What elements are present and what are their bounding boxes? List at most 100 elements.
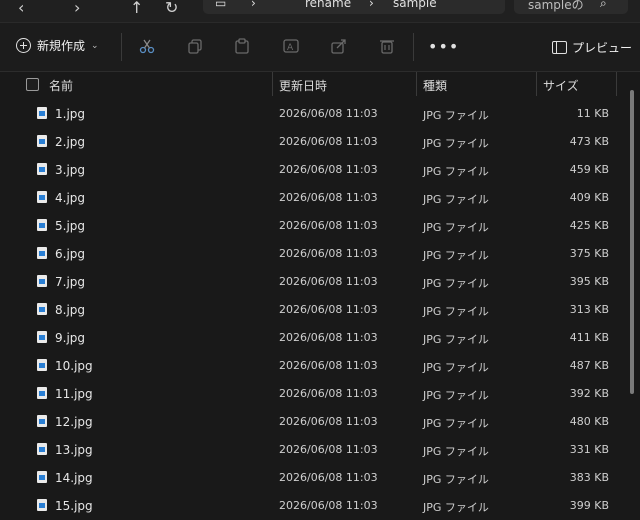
- column-divider[interactable]: [272, 72, 273, 96]
- file-size: 313 KB: [569, 303, 609, 316]
- file-row[interactable]: 4.jpg 2026/06/08 11:03 JPG ファイル 409 KB: [0, 184, 630, 212]
- column-size[interactable]: サイズ: [543, 77, 579, 94]
- copy-icon[interactable]: [186, 37, 204, 55]
- file-type: JPG ファイル: [423, 361, 489, 374]
- cut-icon[interactable]: [138, 37, 156, 55]
- share-icon[interactable]: [330, 37, 348, 55]
- file-type: JPG ファイル: [423, 333, 489, 346]
- file-row[interactable]: 5.jpg 2026/06/08 11:03 JPG ファイル 425 KB: [0, 212, 630, 240]
- column-divider[interactable]: [416, 72, 417, 96]
- file-name: 13.jpg: [55, 443, 93, 457]
- file-date: 2026/06/08 11:03: [279, 471, 378, 484]
- preview-button[interactable]: プレビュー: [552, 39, 632, 56]
- breadcrumb[interactable]: ▭ › rename › sample: [203, 0, 505, 14]
- file-row[interactable]: 8.jpg 2026/06/08 11:03 JPG ファイル 313 KB: [0, 296, 630, 324]
- file-row[interactable]: 10.jpg 2026/06/08 11:03 JPG ファイル 487 KB: [0, 352, 630, 380]
- chevron-right-icon: ›: [369, 0, 374, 10]
- up-icon[interactable]: ↑: [130, 0, 143, 17]
- image-file-icon: [37, 247, 47, 259]
- divider: [121, 33, 122, 61]
- image-file-icon: [37, 163, 47, 175]
- select-all-checkbox[interactable]: [26, 78, 39, 91]
- address-bar: ‹ › ↑ ↻ ▭ › rename › sample sampleの ⌕: [0, 0, 640, 23]
- file-size: 425 KB: [569, 219, 609, 232]
- file-type: JPG ファイル: [423, 165, 489, 178]
- column-date[interactable]: 更新日時: [279, 77, 327, 94]
- search-input[interactable]: sampleの ⌕: [514, 0, 628, 14]
- rename-icon[interactable]: A: [282, 37, 300, 55]
- file-row[interactable]: 3.jpg 2026/06/08 11:03 JPG ファイル 459 KB: [0, 156, 630, 184]
- image-file-icon: [37, 499, 47, 511]
- file-size: 459 KB: [569, 163, 609, 176]
- image-file-icon: [37, 331, 47, 343]
- file-date: 2026/06/08 11:03: [279, 387, 378, 400]
- new-button[interactable]: 新規作成 ⌄: [16, 37, 99, 54]
- file-name: 6.jpg: [55, 247, 86, 261]
- delete-icon[interactable]: [378, 37, 396, 55]
- file-date: 2026/06/08 11:03: [279, 219, 378, 232]
- back-icon[interactable]: ‹: [18, 0, 24, 17]
- file-row[interactable]: 9.jpg 2026/06/08 11:03 JPG ファイル 411 KB: [0, 324, 630, 352]
- file-row[interactable]: 2.jpg 2026/06/08 11:03 JPG ファイル 473 KB: [0, 128, 630, 156]
- more-options-icon[interactable]: •••: [428, 37, 459, 56]
- file-type: JPG ファイル: [423, 417, 489, 430]
- file-name: 15.jpg: [55, 499, 93, 513]
- chevron-down-icon: ⌄: [91, 40, 99, 51]
- chevron-right-icon: ›: [251, 0, 256, 10]
- file-size: 480 KB: [569, 415, 609, 428]
- file-name: 11.jpg: [55, 387, 93, 401]
- preview-label: プレビュー: [572, 41, 633, 55]
- file-date: 2026/06/08 11:03: [279, 107, 378, 120]
- file-type: JPG ファイル: [423, 137, 489, 150]
- column-divider[interactable]: [616, 72, 617, 96]
- file-list: 1.jpg 2026/06/08 11:03 JPG ファイル 11 KB 2.jpg 2…: [0, 100, 630, 520]
- file-date: 2026/06/08 11:03: [279, 443, 378, 456]
- pc-icon: ▭: [215, 0, 227, 10]
- file-date: 2026/06/08 11:03: [279, 499, 378, 512]
- file-name: 10.jpg: [55, 359, 93, 373]
- file-date: 2026/06/08 11:03: [279, 359, 378, 372]
- command-bar: 新規作成 ⌄ A ••• プレビュー: [0, 23, 640, 72]
- image-file-icon: [37, 219, 47, 231]
- column-header: 名前 更新日時 種類 サイズ: [0, 72, 630, 96]
- file-row[interactable]: 6.jpg 2026/06/08 11:03 JPG ファイル 375 KB: [0, 240, 630, 268]
- column-divider[interactable]: [536, 72, 537, 96]
- file-date: 2026/06/08 11:03: [279, 247, 378, 260]
- column-type[interactable]: 種類: [423, 77, 447, 94]
- file-type: JPG ファイル: [423, 249, 489, 262]
- file-row[interactable]: 15.jpg 2026/06/08 11:03 JPG ファイル 399 KB: [0, 492, 630, 520]
- file-date: 2026/06/08 11:03: [279, 415, 378, 428]
- file-row[interactable]: 1.jpg 2026/06/08 11:03 JPG ファイル 11 KB: [0, 100, 630, 128]
- file-name: 5.jpg: [55, 219, 86, 233]
- file-size: 399 KB: [569, 499, 609, 512]
- file-size: 11 KB: [576, 107, 609, 120]
- paste-icon[interactable]: [233, 37, 251, 55]
- file-size: 392 KB: [569, 387, 609, 400]
- file-row[interactable]: 11.jpg 2026/06/08 11:03 JPG ファイル 392 KB: [0, 380, 630, 408]
- file-name: 2.jpg: [55, 135, 86, 149]
- file-date: 2026/06/08 11:03: [279, 275, 378, 288]
- refresh-icon[interactable]: ↻: [165, 0, 178, 17]
- image-file-icon: [37, 191, 47, 203]
- file-name: 7.jpg: [55, 275, 86, 289]
- file-date: 2026/06/08 11:03: [279, 135, 378, 148]
- divider: [413, 33, 414, 61]
- file-row[interactable]: 7.jpg 2026/06/08 11:03 JPG ファイル 395 KB: [0, 268, 630, 296]
- file-size: 331 KB: [569, 443, 609, 456]
- file-date: 2026/06/08 11:03: [279, 303, 378, 316]
- breadcrumb-rename[interactable]: rename: [305, 0, 351, 10]
- file-row[interactable]: 12.jpg 2026/06/08 11:03 JPG ファイル 480 KB: [0, 408, 630, 436]
- breadcrumb-sample[interactable]: sample: [393, 0, 437, 10]
- file-name: 4.jpg: [55, 191, 86, 205]
- file-row[interactable]: 14.jpg 2026/06/08 11:03 JPG ファイル 383 KB: [0, 464, 630, 492]
- file-size: 409 KB: [569, 191, 609, 204]
- file-row[interactable]: 13.jpg 2026/06/08 11:03 JPG ファイル 331 KB: [0, 436, 630, 464]
- forward-icon[interactable]: ›: [74, 0, 80, 17]
- column-name[interactable]: 名前: [49, 77, 73, 94]
- file-size: 411 KB: [569, 331, 609, 344]
- file-size: 383 KB: [569, 471, 609, 484]
- file-type: JPG ファイル: [423, 109, 489, 122]
- plus-circle-icon: [16, 38, 31, 53]
- file-date: 2026/06/08 11:03: [279, 163, 378, 176]
- scrollbar[interactable]: [630, 90, 634, 394]
